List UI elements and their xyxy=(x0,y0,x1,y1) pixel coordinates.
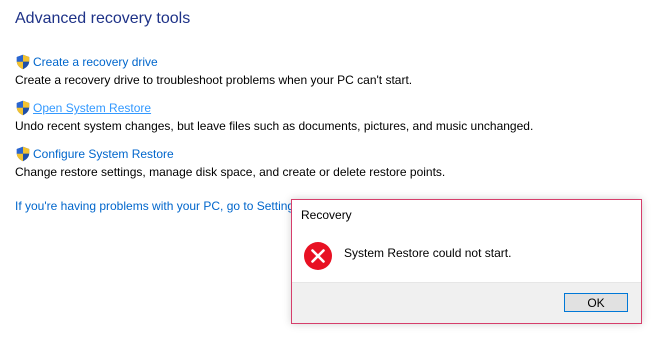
configure-system-restore-link[interactable]: Configure System Restore xyxy=(33,147,174,161)
dialog-message: System Restore could not start. xyxy=(344,246,512,260)
ok-button[interactable]: OK xyxy=(564,293,628,312)
recovery-error-dialog: Recovery System Restore could not start.… xyxy=(291,199,642,324)
create-recovery-drive-description: Create a recovery drive to troubleshoot … xyxy=(15,73,413,87)
tool-link-row: Create a recovery drive xyxy=(15,53,635,71)
uac-shield-icon xyxy=(16,146,30,162)
tool-configure-system-restore: Configure System Restore Change restore … xyxy=(15,145,635,180)
uac-shield-icon xyxy=(16,54,30,70)
dialog-title: Recovery xyxy=(301,208,352,222)
tool-link-row: Configure System Restore xyxy=(15,145,635,163)
dialog-body: System Restore could not start. xyxy=(292,228,641,282)
open-system-restore-link[interactable]: Open System Restore xyxy=(33,101,151,115)
uac-shield-icon xyxy=(16,100,30,116)
tool-link-row: Open System Restore xyxy=(15,99,635,117)
error-icon xyxy=(304,242,332,270)
open-system-restore-description: Undo recent system changes, but leave fi… xyxy=(15,119,534,133)
dialog-footer: OK xyxy=(292,282,641,323)
create-recovery-drive-link[interactable]: Create a recovery drive xyxy=(33,55,158,69)
page-title: Advanced recovery tools xyxy=(15,10,191,27)
tool-open-system-restore: Open System Restore Undo recent system c… xyxy=(15,99,635,134)
tool-create-recovery-drive: Create a recovery drive Create a recover… xyxy=(15,53,635,88)
configure-system-restore-description: Change restore settings, manage disk spa… xyxy=(15,165,446,179)
settings-link[interactable]: If you're having problems with your PC, … xyxy=(15,199,300,213)
